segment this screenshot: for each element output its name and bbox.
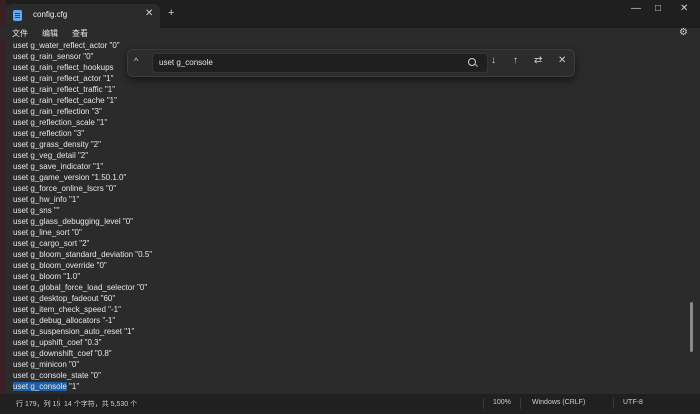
tab-title: config.cfg [33, 10, 68, 19]
menu-bar: 文件 编辑 查看 [0, 28, 700, 40]
editor-line[interactable]: uset g_reflection_scale "1" [13, 117, 107, 128]
tab-close-icon[interactable]: ✕ [145, 8, 153, 19]
left-edge-strip [0, 0, 6, 414]
expand-replace-icon[interactable]: ^ [134, 56, 138, 66]
status-bar: 行 179，列 15 14 个字符，共 5,530 个 100% Windows… [0, 394, 700, 414]
status-divider [483, 398, 484, 409]
editor-line[interactable]: uset g_veg_detail "2" [13, 150, 88, 161]
editor-line[interactable]: uset g_sns "" [13, 205, 60, 216]
editor-line[interactable]: uset g_rain_reflection "3" [13, 106, 102, 117]
close-find-button[interactable]: ✕ [558, 55, 566, 66]
status-cursor-position: 行 179，列 15 [16, 401, 61, 408]
editor-line[interactable]: uset g_item_check_speed "-1" [13, 304, 121, 315]
editor-line[interactable]: uset g_bloom "1.0" [13, 271, 80, 282]
maximize-button[interactable]: □ [655, 3, 661, 14]
search-icon[interactable] [468, 58, 476, 66]
editor-line[interactable]: uset g_upshift_coef "0.3" [13, 337, 101, 348]
editor-line[interactable]: uset g_rain_reflect_cache "1" [13, 95, 117, 106]
status-selection-count: 14 个字符，共 5,530 个 [64, 401, 138, 408]
title-bar: config.cfg ✕ + — □ ✕ [0, 0, 700, 28]
editor-line[interactable]: uset g_glass_debugging_level "0" [13, 216, 133, 227]
status-zoom[interactable]: 100% [493, 399, 511, 406]
vertical-scrollbar-thumb[interactable] [690, 302, 693, 352]
editor-line[interactable]: uset g_downshift_coef "0.8" [13, 348, 112, 359]
find-bar: ^ ↓ ↑ ⇄ ✕ [127, 49, 575, 77]
editor-line[interactable]: uset g_reflection "3" [13, 128, 84, 139]
settings-gear-icon[interactable]: ⚙ [679, 27, 688, 38]
editor-line[interactable]: uset g_rain_reflect_hookups [13, 62, 114, 73]
menu-file[interactable]: 文件 [12, 28, 28, 39]
find-next-button[interactable]: ↓ [491, 55, 496, 66]
minimize-button[interactable]: — [631, 3, 641, 14]
status-divider [58, 398, 59, 409]
selected-text: uset g_console [13, 382, 67, 391]
menu-view[interactable]: 查看 [72, 28, 88, 39]
editor-line[interactable]: uset g_save_indicator "1" [13, 161, 103, 172]
editor-line[interactable]: uset g_bloom_override "0" [13, 260, 107, 271]
tab-config-cfg[interactable]: config.cfg ✕ [6, 4, 160, 28]
editor-line[interactable]: uset g_rain_sensor "0" [13, 51, 93, 62]
editor-line[interactable]: uset g_line_sort "0" [13, 227, 82, 238]
find-previous-button[interactable]: ↑ [513, 55, 518, 66]
menu-edit[interactable]: 编辑 [42, 28, 58, 39]
notepad-icon [13, 10, 22, 21]
editor-line[interactable]: uset g_bloom_standard_deviation "0.5" [13, 249, 152, 260]
editor-line[interactable]: uset g_water_reflect_actor "0" [13, 40, 120, 51]
editor-line[interactable]: uset g_force_online_lscrs "0" [13, 183, 116, 194]
editor-line[interactable]: uset g_grass_density "2" [13, 139, 101, 150]
status-divider [520, 398, 521, 409]
editor-line[interactable]: uset g_rain_reflect_traffic "1" [13, 84, 115, 95]
editor-line[interactable]: uset g_suspension_auto_reset "1" [13, 326, 134, 337]
editor-line[interactable]: uset g_desktop_fadeout "60" [13, 293, 115, 304]
line-rest: "1" [66, 382, 80, 391]
editor-line[interactable]: uset g_debug_allocators "-1" [13, 315, 115, 326]
editor-line[interactable]: uset g_console_state "0" [13, 370, 101, 381]
editor-line[interactable]: uset g_rain_reflect_actor "1" [13, 73, 113, 84]
find-input[interactable] [152, 53, 488, 73]
find-options-button[interactable]: ⇄ [534, 55, 542, 66]
editor-line[interactable]: uset g_hw_info "1" [13, 194, 79, 205]
editor-line[interactable]: uset g_cargo_sort "2" [13, 238, 89, 249]
editor-line[interactable]: uset g_minicon "0" [13, 359, 79, 370]
status-divider [613, 398, 614, 409]
status-line-ending[interactable]: Windows (CRLF) [532, 399, 585, 406]
close-window-button[interactable]: ✕ [680, 3, 688, 14]
editor-line[interactable]: uset g_global_force_load_selector "0" [13, 282, 147, 293]
editor-line-selected[interactable]: uset g_console "1" [13, 381, 79, 392]
new-tab-button[interactable]: + [168, 7, 174, 19]
status-encoding[interactable]: UTF-8 [623, 399, 643, 406]
editor-line[interactable]: uset g_game_version "1.50.1.0" [13, 172, 126, 183]
text-editor[interactable]: uset g_water_reflect_actor "0" uset g_rai… [10, 40, 690, 394]
